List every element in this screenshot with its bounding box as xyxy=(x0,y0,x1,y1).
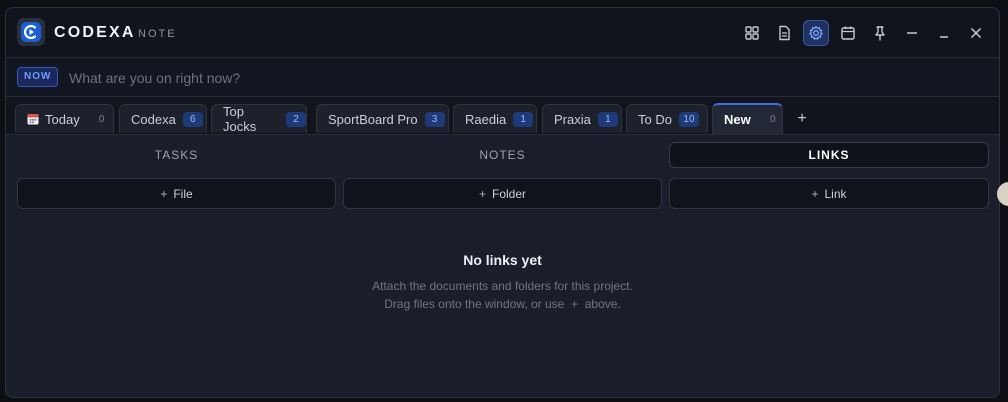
app-window: CODEXA NOTE NOW What are you on right no… xyxy=(5,7,1000,398)
minimize-button[interactable] xyxy=(899,20,925,46)
tab-raedia[interactable]: Raedia 1 xyxy=(453,104,537,133)
calendar-button[interactable] xyxy=(835,20,861,46)
plus-icon: + xyxy=(811,186,819,201)
tab-new[interactable]: New 0 xyxy=(712,103,783,134)
add-tab-button[interactable]: + xyxy=(794,111,810,127)
tab-label: SportBoard Pro xyxy=(328,111,418,127)
tab-sportboard-pro[interactable]: SportBoard Pro 3 xyxy=(316,104,449,133)
restore-icon xyxy=(940,36,948,38)
tab-count-badge: 2 xyxy=(286,111,306,127)
tab-count-badge: 3 xyxy=(424,111,445,127)
project-tab-bar: Today 0 Codexa 6 Top Jocks 2 SportBoard … xyxy=(6,97,999,135)
add-file-label: File xyxy=(173,186,193,201)
tab-count-badge: 1 xyxy=(513,111,534,127)
tab-count-badge: 6 xyxy=(182,111,203,127)
tab-label: Praxia xyxy=(554,111,591,127)
tab-top-jocks[interactable]: Top Jocks 2 xyxy=(211,104,307,134)
now-input[interactable] xyxy=(67,66,971,90)
grid-icon xyxy=(745,26,759,40)
tab-label: To Do xyxy=(638,111,672,127)
tab-to-do[interactable]: To Do 10 xyxy=(626,104,708,133)
pin-button[interactable] xyxy=(867,20,893,46)
plus-icon: + xyxy=(478,186,486,201)
close-icon xyxy=(970,27,982,39)
tab-label: Top Jocks xyxy=(223,104,257,134)
tab-praxia[interactable]: Praxia 1 xyxy=(542,104,622,133)
app-logo-icon xyxy=(17,18,45,46)
tab-count-badge: 0 xyxy=(98,113,105,125)
tab-label: Codexa xyxy=(131,111,176,127)
empty-state-hint: Drag files onto the window, or use + abo… xyxy=(384,297,621,311)
gear-icon xyxy=(809,25,823,40)
add-link-label: Link xyxy=(824,186,847,201)
title-bar[interactable]: CODEXA NOTE xyxy=(6,8,999,58)
grid-view-button[interactable] xyxy=(739,20,765,46)
tab-label: Today xyxy=(45,111,80,127)
restore-button[interactable] xyxy=(931,20,957,46)
tab-label: Raedia xyxy=(465,111,507,127)
add-folder-button[interactable]: + Folder xyxy=(343,178,662,209)
add-file-button[interactable]: + File xyxy=(17,178,336,209)
minimize-icon xyxy=(907,32,917,34)
tab-label: New xyxy=(724,112,751,127)
tab-links[interactable]: LINKS xyxy=(669,142,989,168)
tab-count-badge: 0 xyxy=(769,114,776,125)
empty-state-title: No links yet xyxy=(463,252,542,268)
add-folder-label: Folder xyxy=(492,186,527,201)
now-bar: NOW xyxy=(6,58,999,97)
close-button[interactable] xyxy=(963,20,989,46)
settings-button[interactable] xyxy=(803,20,829,46)
now-badge: NOW xyxy=(17,67,59,87)
add-link-button[interactable]: + Link xyxy=(669,178,989,209)
calendar-icon xyxy=(841,26,855,40)
links-panel: TASKS NOTES LINKS + File + Folder + Link… xyxy=(6,135,999,397)
app-brand-subtitle: NOTE xyxy=(138,28,177,40)
tab-codexa[interactable]: Codexa 6 xyxy=(119,104,207,133)
empty-state-text: Attach the documents and folders for thi… xyxy=(372,279,633,293)
document-icon xyxy=(779,25,790,41)
document-button[interactable] xyxy=(771,20,797,46)
tab-tasks[interactable]: TASKS xyxy=(17,142,336,168)
tab-count-badge: 1 xyxy=(597,111,618,127)
pin-icon xyxy=(875,26,885,41)
calendar-icon xyxy=(27,113,39,125)
tab-notes[interactable]: NOTES xyxy=(343,142,662,168)
tab-today[interactable]: Today 0 xyxy=(15,104,114,133)
tab-count-badge: 10 xyxy=(678,111,699,127)
plus-icon: + xyxy=(160,186,168,201)
app-brand: CODEXA xyxy=(54,24,136,41)
